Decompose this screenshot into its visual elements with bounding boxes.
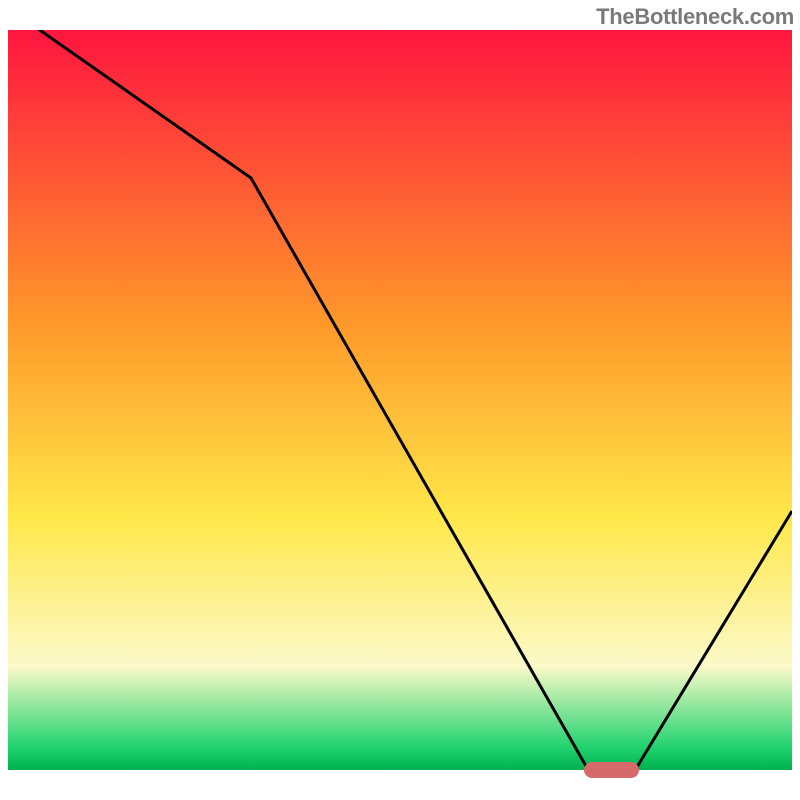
chart-area xyxy=(8,30,792,770)
watermark-text: TheBottleneck.com xyxy=(596,4,794,30)
minimum-marker xyxy=(584,762,639,778)
gradient-background xyxy=(8,30,792,770)
chart-svg xyxy=(8,30,792,770)
